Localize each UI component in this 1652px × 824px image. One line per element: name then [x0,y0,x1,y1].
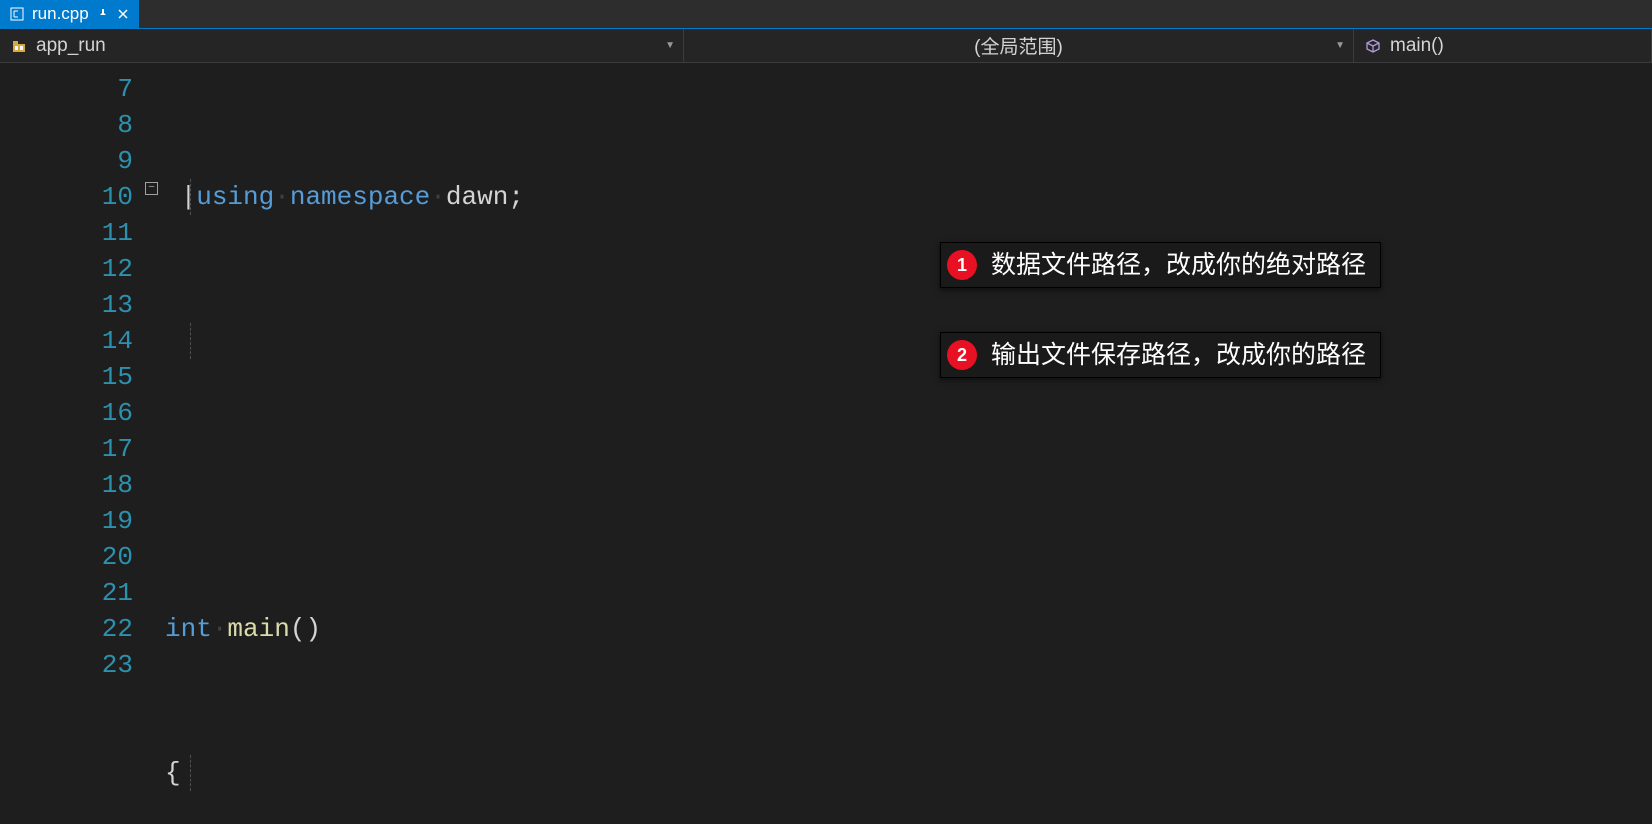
cpp-file-icon [10,7,24,21]
line-number-gutter: 7 8 9 10 11 12 13 14 15 16 17 18 19 20 2… [0,63,145,824]
navigation-bar: app_run ▼ (全局范围) ▼ main() [0,29,1652,63]
scope-label: (全局范围) [974,32,1063,59]
line-number: 22 [0,611,133,647]
tab-bar: run.cpp [0,0,1652,29]
project-icon [10,37,28,55]
line-number: 15 [0,359,133,395]
code-editor[interactable]: 7 8 9 10 11 12 13 14 15 16 17 18 19 20 2… [0,63,1652,824]
fold-toggle[interactable]: − [145,182,158,195]
project-selector[interactable]: app_run ▼ [0,29,684,62]
file-tab[interactable]: run.cpp [0,0,139,28]
annotation-text: 输出文件保存路径，改成你的路径 [991,337,1366,373]
line-number: 17 [0,431,133,467]
function-name: main() [1390,35,1444,57]
line-number: 9 [0,143,133,179]
pin-icon[interactable] [97,8,109,20]
function-selector[interactable]: main() [1354,29,1652,62]
line-number: 12 [0,251,133,287]
line-number: 13 [0,287,133,323]
line-number: 20 [0,539,133,575]
line-number: 8 [0,107,133,143]
line-number: 21 [0,575,133,611]
line-number: 10 [0,179,133,215]
annotation-2: 2 输出文件保存路径，改成你的路径 [940,332,1381,378]
line-number: 18 [0,467,133,503]
close-icon[interactable] [117,8,129,20]
code-area[interactable]: |using·namespace·dawn; int·main() { ····… [165,63,1652,824]
project-name: app_run [36,35,106,57]
annotation-badge: 2 [947,340,977,370]
annotation-1: 1 数据文件路径，改成你的绝对路径 [940,242,1381,288]
line-number: 23 [0,647,133,683]
fold-column: − [145,63,165,824]
line-number: 11 [0,215,133,251]
annotation-badge: 1 [947,250,977,280]
line-number: 16 [0,395,133,431]
line-number: 14 [0,323,133,359]
annotation-text: 数据文件路径，改成你的绝对路径 [991,247,1366,283]
scope-selector[interactable]: (全局范围) ▼ [684,29,1354,62]
method-icon [1364,37,1382,55]
chevron-down-icon: ▼ [665,40,675,51]
line-number: 19 [0,503,133,539]
tab-filename: run.cpp [32,4,89,24]
chevron-down-icon: ▼ [1335,40,1345,51]
line-number: 7 [0,71,133,107]
